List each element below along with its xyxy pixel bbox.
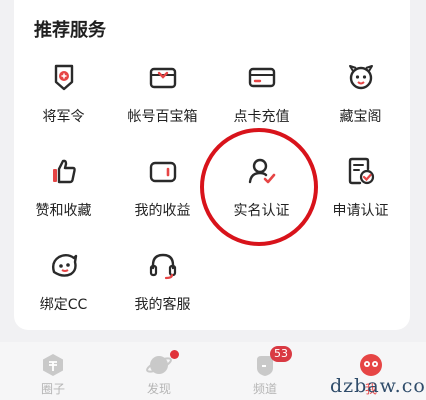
tab-label: 频道 (252, 382, 277, 396)
service-cangbaoge[interactable]: 藏宝阁 (311, 60, 410, 138)
service-label: 赞和收藏 (35, 203, 92, 219)
service-label: 将军令 (42, 109, 85, 125)
user-verified-icon (248, 158, 275, 184)
watermark-text: dzbaw.com (330, 375, 426, 397)
tab-label: 发现 (146, 382, 171, 396)
tab-channel[interactable]: 53 频道 (212, 342, 318, 400)
service-label: 绑定CC (39, 297, 88, 313)
mascot-icon (348, 65, 373, 90)
wallet-icon (149, 161, 176, 183)
service-jiangjunling[interactable]: 将军令 (14, 60, 113, 138)
card-icon (248, 67, 275, 88)
service-label: 我的客服 (134, 297, 191, 313)
shield-token-icon (54, 64, 73, 91)
channel-count-badge: 53 (270, 346, 292, 362)
cc-mascot-icon (51, 254, 77, 277)
recommended-services-card: 推荐服务 将军令 帐号百宝箱 点卡充值 藏宝阁 赞和收藏 我的收益 实名认证 申… (14, 0, 410, 330)
circle-hex-icon (43, 354, 63, 376)
service-label: 帐号百宝箱 (127, 109, 198, 125)
service-label: 申请认证 (332, 203, 389, 219)
service-bind-cc[interactable]: 绑定CC (14, 248, 113, 326)
service-label: 我的收益 (134, 203, 191, 219)
service-real-name-verification[interactable]: 实名认证 (212, 154, 311, 232)
service-likes-favorites[interactable]: 赞和收藏 (14, 154, 113, 232)
service-account-box[interactable]: 帐号百宝箱 (113, 60, 212, 138)
service-card-recharge[interactable]: 点卡充值 (212, 60, 311, 138)
service-my-earnings[interactable]: 我的收益 (113, 154, 212, 232)
service-label: 点卡充值 (233, 109, 290, 125)
service-label: 藏宝阁 (339, 109, 382, 125)
treasure-box-icon (149, 67, 176, 89)
service-apply-verification[interactable]: 申请认证 (311, 154, 410, 232)
service-label: 实名认证 (233, 203, 290, 219)
section-title: 推荐服务 (34, 20, 106, 41)
thumbs-up-icon (52, 159, 76, 184)
notification-dot (170, 350, 179, 359)
tab-discover[interactable]: 发现 (106, 342, 212, 400)
headset-icon (149, 253, 176, 280)
service-my-customer-service[interactable]: 我的客服 (113, 248, 212, 326)
tab-label: 圈子 (40, 382, 65, 396)
document-check-icon (348, 157, 374, 185)
planet-icon (146, 356, 172, 374)
tab-circle[interactable]: 圈子 (0, 342, 106, 400)
